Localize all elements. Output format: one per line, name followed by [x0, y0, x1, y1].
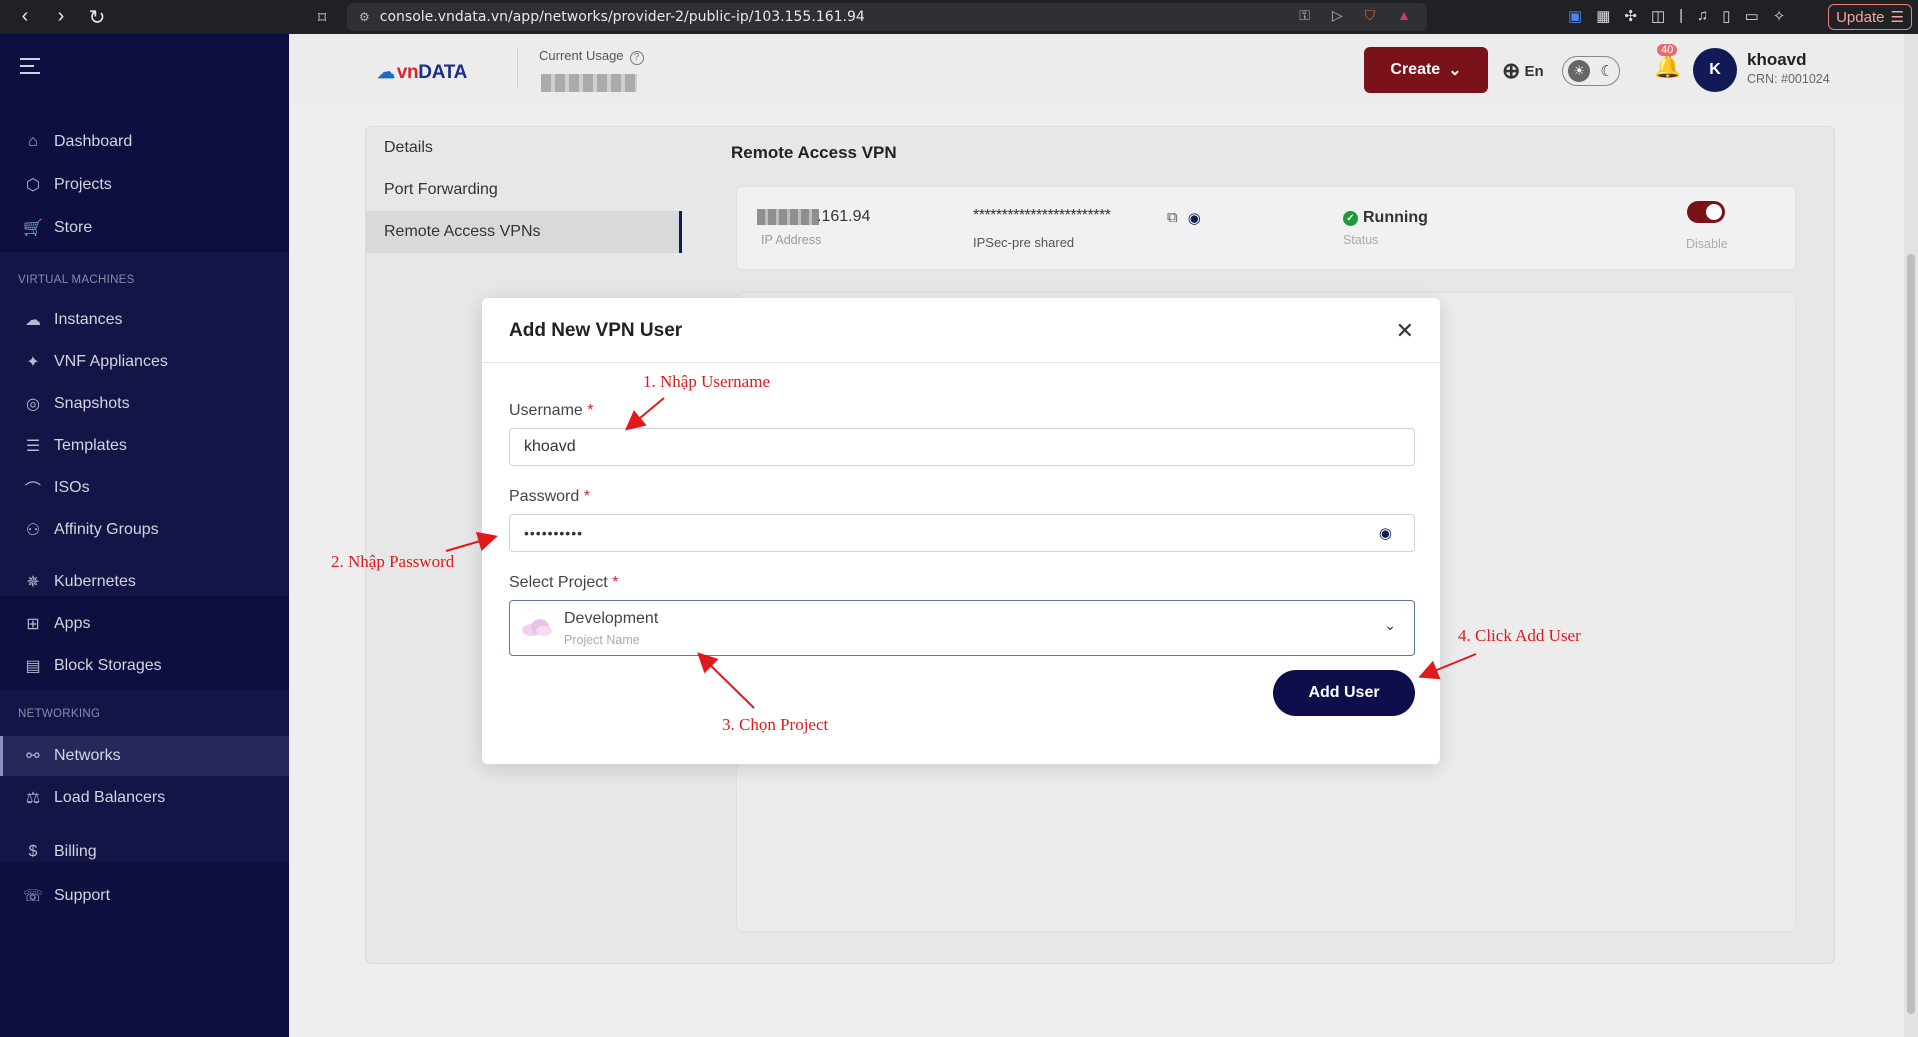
password-label-text: Password: [509, 488, 580, 505]
screenshot-icon[interactable]: ◫: [1651, 7, 1665, 25]
menu-icon: ☰: [1890, 9, 1904, 26]
required-mark: *: [587, 402, 594, 419]
username-input[interactable]: khoavd: [509, 428, 1415, 466]
url-text: console.vndata.vn/app/networks/provider-…: [379, 9, 865, 25]
update-button[interactable]: Update ☰: [1828, 4, 1912, 30]
leo-icon[interactable]: ✧: [1773, 7, 1786, 25]
username-label-text: Username: [509, 402, 583, 419]
required-mark: *: [612, 574, 619, 591]
add-user-button[interactable]: Add User: [1273, 670, 1415, 716]
back-icon[interactable]: ‹: [14, 5, 36, 30]
divider-icon: |: [1679, 7, 1684, 24]
eye-icon[interactable]: ◉: [1379, 524, 1392, 542]
username-label: Username *: [509, 402, 594, 420]
sidebar-icon[interactable]: ▯: [1722, 7, 1730, 25]
music-icon[interactable]: ♫: [1697, 7, 1708, 25]
annotation-step-4: 4. Click Add User: [1458, 626, 1581, 645]
address-bar[interactable]: ⚙ console.vndata.vn/app/networks/provide…: [347, 3, 1427, 31]
modal-divider: [482, 362, 1440, 363]
password-value: ••••••••••: [524, 525, 584, 541]
bookmark-icon[interactable]: ⌑: [318, 8, 326, 28]
site-info-icon[interactable]: ⚙: [359, 10, 370, 24]
username-value: khoavd: [524, 438, 576, 455]
project-select-subtext: Project Name: [564, 633, 640, 647]
reload-icon[interactable]: ↻: [86, 5, 108, 30]
project-label: Select Project *: [509, 574, 618, 592]
annotation-step-1: 1. Nhập Username: [643, 372, 770, 391]
required-mark: *: [583, 488, 590, 505]
project-select[interactable]: Development Project Name ⌄: [509, 600, 1415, 656]
password-input[interactable]: •••••••••• ◉: [509, 514, 1415, 552]
project-label-text: Select Project: [509, 574, 608, 591]
key-icon[interactable]: ⚿: [1299, 7, 1310, 24]
brave-shield-icon[interactable]: ⛉: [1365, 7, 1376, 24]
cloud-icon: [522, 619, 552, 636]
chevron-down-icon: ⌄: [1384, 617, 1396, 633]
update-label: Update: [1836, 8, 1885, 26]
modal-title: Add New VPN User: [509, 320, 683, 341]
annotation-step-3: 3. Chọn Project: [722, 715, 829, 734]
qr-icon[interactable]: ▦: [1596, 7, 1610, 25]
forward-icon[interactable]: ›: [50, 5, 72, 30]
brave-rewards-icon[interactable]: ▲: [1397, 7, 1411, 24]
close-icon[interactable]: ✕: [1396, 318, 1414, 344]
browser-toolbar: ‹ › ↻ ⌑ ⚙ console.vndata.vn/app/networks…: [0, 0, 1918, 34]
password-label: Password *: [509, 488, 590, 506]
project-select-value: Development: [564, 610, 659, 627]
add-vpn-user-modal: Add New VPN User ✕ Username * khoavd Pas…: [482, 298, 1440, 764]
wallet-icon[interactable]: ▭: [1745, 7, 1759, 25]
puzzle-icon[interactable]: ✣: [1624, 7, 1637, 25]
share-icon[interactable]: ▷: [1332, 7, 1343, 24]
extension-icon[interactable]: ▣: [1568, 7, 1582, 25]
annotation-step-2: 2. Nhập Password: [331, 552, 455, 571]
